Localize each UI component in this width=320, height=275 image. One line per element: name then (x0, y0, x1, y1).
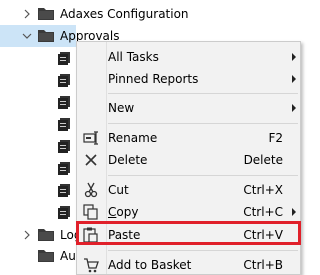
submenu-arrow-icon (292, 53, 296, 61)
menu-item-new[interactable]: New (77, 97, 300, 119)
menu-separator (108, 93, 298, 94)
menu-item-paste[interactable]: Paste Ctrl+V (77, 224, 300, 246)
menu-item-delete[interactable]: Delete Delete (77, 149, 300, 171)
menu-item-shortcut: Ctrl+X (243, 183, 283, 197)
approval-document-icon[interactable] (58, 184, 70, 197)
menu-item-copy[interactable]: Copy Ctrl+C (77, 201, 300, 223)
menu-separator (108, 123, 298, 124)
menu-item-label: Pinned Reports (108, 72, 199, 86)
approval-document-icon[interactable] (58, 118, 70, 131)
submenu-arrow-icon (292, 208, 296, 216)
menu-item-add-to-basket[interactable]: Add to Basket Ctrl+B (77, 254, 300, 275)
menu-item-label: New (108, 101, 135, 115)
rename-icon (83, 130, 99, 146)
menu-item-label: Delete (108, 153, 148, 167)
chevron-right-icon[interactable] (21, 8, 33, 20)
menu-separator (108, 175, 298, 176)
folder-icon (38, 228, 54, 241)
menu-item-label: Paste (108, 228, 141, 242)
context-menu: All Tasks Pinned Reports New Rename F2 D… (76, 41, 301, 275)
menu-item-shortcut: Delete (243, 153, 283, 167)
menu-item-shortcut: Ctrl+C (243, 205, 283, 219)
paste-icon (83, 227, 99, 243)
menu-item-label: Rename (108, 131, 158, 145)
menu-item-shortcut: Ctrl+B (243, 258, 283, 272)
tree-node-adaxes-configuration[interactable]: Adaxes Configuration (0, 3, 301, 25)
tree-node-approvals[interactable]: Approvals (0, 25, 120, 47)
menu-item-label: Cut (108, 183, 129, 197)
basket-icon (83, 257, 99, 273)
delete-icon (83, 152, 99, 168)
approval-document-icon[interactable] (58, 206, 70, 219)
folder-icon (38, 29, 54, 42)
chevron-down-icon[interactable] (21, 30, 33, 42)
approval-document-icon[interactable] (58, 140, 70, 153)
menu-item-label: Add to Basket (108, 258, 192, 272)
approval-document-icon[interactable] (58, 74, 70, 87)
menu-separator (108, 250, 298, 251)
menu-item-shortcut: F2 (268, 131, 283, 145)
approval-document-icon[interactable] (58, 162, 70, 175)
menu-item-label: Copy (108, 205, 139, 219)
tree-node-label: Adaxes Configuration (60, 7, 189, 21)
copy-icon (83, 204, 99, 220)
menu-item-cut[interactable]: Cut Ctrl+X (77, 179, 300, 201)
menu-item-pinned-reports[interactable]: Pinned Reports (77, 68, 300, 90)
submenu-arrow-icon (292, 104, 296, 112)
menu-item-all-tasks[interactable]: All Tasks (77, 46, 300, 68)
folder-icon (38, 249, 54, 262)
chevron-right-icon[interactable] (21, 229, 33, 241)
menu-item-rename[interactable]: Rename F2 (77, 127, 300, 149)
approval-document-icon[interactable] (58, 52, 70, 65)
menu-item-label: All Tasks (108, 50, 159, 64)
tree-node-automation[interactable]: Aut (0, 245, 81, 267)
tree-node-logs[interactable]: Log (0, 224, 81, 246)
submenu-arrow-icon (292, 75, 296, 83)
menu-item-shortcut: Ctrl+V (243, 228, 283, 242)
cut-icon (83, 182, 99, 198)
approval-document-icon[interactable] (58, 96, 70, 109)
folder-icon (38, 7, 54, 20)
